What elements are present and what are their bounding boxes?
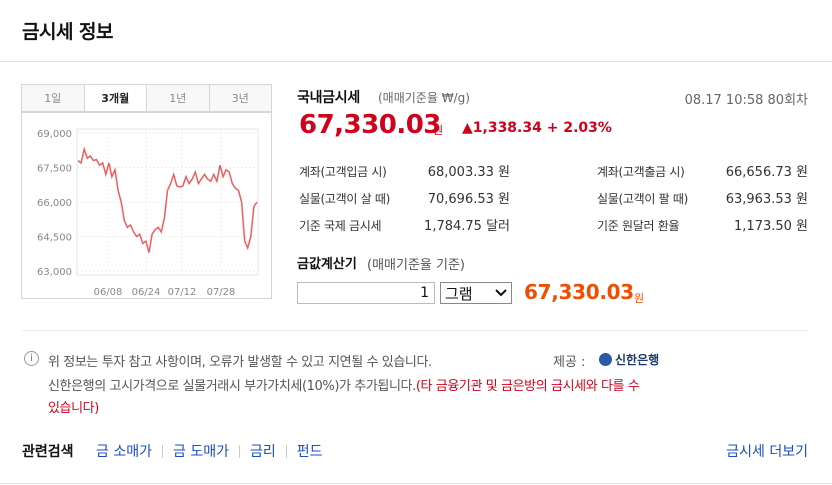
period-tabs: 1일 3개월 1년 3년 (21, 84, 272, 112)
price-change: ▲1,338.34 + 2.03% (462, 120, 612, 136)
more-link[interactable]: 금시세 더보기 (726, 441, 808, 461)
rate-label: 실물(고객이 살 때) (299, 192, 390, 206)
price-chart-svg: 69,000 67,500 66,000 64,500 63,000 06/08 06/24… (21, 112, 272, 299)
notice-line2: 신한은행의 고시가격으로 실물거래시 부가가치세(10%)가 추가됩니다.(타 … (48, 375, 640, 394)
rate-label: 계좌(고객입금 시) (299, 165, 387, 179)
related-link-wholesale[interactable]: 금 도매가 (173, 441, 229, 461)
current-price-date: 08.17 10:58 80회차 (684, 93, 808, 108)
related-link-fund[interactable]: 펀드 (297, 441, 323, 461)
rate-label: 기준 원달러 환율 (597, 219, 680, 233)
notice-line2-warning: (타 금융기관 및 금은방의 금시세와 다를 수 (415, 379, 640, 394)
unit-select[interactable]: 그램 (440, 282, 512, 304)
bank-name: 신한은행 (615, 353, 660, 367)
divider-top (0, 61, 832, 62)
rate-value: 70,696.53 원 (427, 192, 510, 207)
notice-line3-warning: 있습니다) (48, 401, 99, 416)
related-links: 금 소매가 금 도매가 금리 펀드 (96, 441, 323, 461)
separator (238, 444, 240, 458)
chevron-down-icon (495, 289, 507, 297)
tab-1y[interactable]: 1년 (147, 85, 210, 111)
related-link-interest[interactable]: 금리 (250, 441, 276, 461)
chart-y-tick: 69,000 (37, 129, 72, 140)
tab-1d[interactable]: 1일 (22, 85, 85, 111)
bank-logo: 신한은행 (599, 351, 659, 368)
divider-bottom (0, 483, 832, 484)
separator (161, 444, 163, 458)
tab-3y[interactable]: 3년 (209, 85, 271, 111)
notice-line1: 위 정보는 투자 참고 사항이며, 오류가 발생할 수 있고 지연될 수 있습니… (48, 355, 432, 370)
current-price-name: 국내금시세 (297, 90, 360, 106)
info-icon: i (24, 351, 39, 366)
divider-mid (22, 330, 809, 331)
rate-value: 1,173.50 원 (734, 219, 808, 234)
calculator-title: 금값계산기 (297, 257, 357, 272)
calculator-basis: (매매기준율 기준) (367, 258, 465, 273)
notice-line3: 있습니다) (48, 397, 99, 416)
page-title: 금시세 정보 (22, 21, 114, 43)
rate-value: 68,003.33 원 (427, 165, 510, 180)
calculator-result: 67,330.03 (524, 280, 634, 304)
chart-x-tick: 06/08 (94, 287, 123, 298)
rate-value: 66,656.73 원 (725, 165, 808, 180)
bank-logo-icon (599, 353, 612, 366)
notice-line2-text: 신한은행의 고시가격으로 실물거래시 부가가치세(10%)가 추가됩니다. (48, 379, 416, 394)
chart-y-tick: 67,500 (37, 164, 72, 175)
separator (285, 444, 287, 458)
chart-y-tick: 66,000 (37, 198, 72, 209)
current-price-basis: (매매기준율 ₩/g) (378, 91, 470, 105)
related-link-retail[interactable]: 금 소매가 (96, 441, 152, 461)
chart-x-tick: 07/12 (168, 287, 197, 298)
chart-y-tick: 64,500 (37, 233, 72, 244)
rate-value: 1,784.75 달러 (424, 219, 510, 234)
current-price: 67,330.03 (299, 110, 441, 140)
tab-3m[interactable]: 3개월 (84, 85, 147, 111)
unit-select-value: 그램 (445, 284, 473, 303)
chart-y-tick: 63,000 (37, 267, 72, 278)
price-chart: 69,000 67,500 66,000 64,500 63,000 06/08 06/24… (21, 112, 272, 299)
source-label: 제공 : (553, 355, 586, 370)
calculator-result-unit: 원 (634, 292, 645, 305)
chart-x-tick: 07/28 (207, 287, 236, 298)
current-price-unit: 원 (433, 124, 444, 137)
rate-label: 실물(고객이 팔 때) (597, 192, 688, 206)
chart-x-tick: 06/24 (132, 287, 161, 298)
rate-value: 63,963.53 원 (725, 192, 808, 207)
quantity-input[interactable] (297, 282, 435, 304)
rate-label: 기준 국제 금시세 (299, 219, 382, 233)
related-search-label: 관련검색 (22, 444, 74, 460)
rate-label: 계좌(고객출금 시) (597, 165, 685, 179)
